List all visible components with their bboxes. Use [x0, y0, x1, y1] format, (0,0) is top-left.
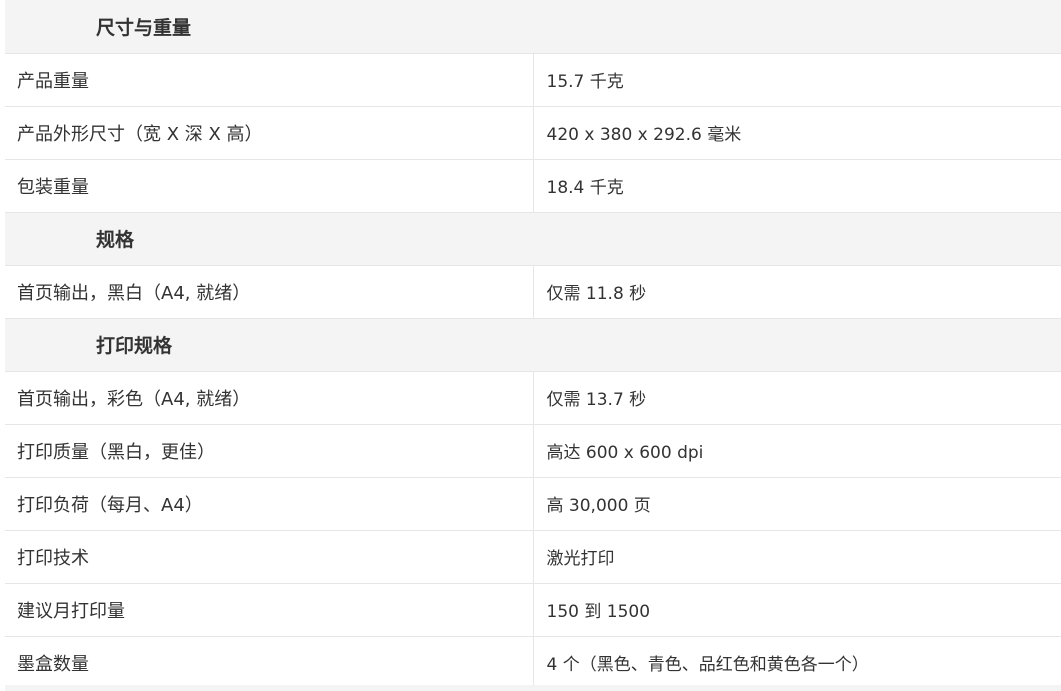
spec-label: 首页输出，黑白（A4, 就绪） [5, 265, 534, 319]
next-section-header-edge [5, 685, 1061, 691]
spec-label: 打印技术 [5, 530, 534, 584]
spec-value: 高 30,000 页 [533, 477, 1061, 531]
table-row: 打印负荷（每月、A4） 高 30,000 页 [5, 477, 1061, 531]
spec-value: 仅需 13.7 秒 [533, 371, 1061, 425]
spec-label: 打印负荷（每月、A4） [5, 477, 534, 531]
section-title: 打印规格 [5, 318, 1061, 372]
spec-label: 包装重量 [5, 159, 534, 213]
table-row: 建议月打印量 150 到 1500 [5, 583, 1061, 637]
spec-value: 18.4 千克 [533, 159, 1061, 213]
section-title: 规格 [5, 212, 1061, 266]
table-row: 首页输出，黑白（A4, 就绪） 仅需 11.8 秒 [5, 265, 1061, 319]
spec-label: 产品重量 [5, 53, 534, 107]
spec-label: 首页输出，彩色（A4, 就绪） [5, 371, 534, 425]
table-row: 产品重量 15.7 千克 [5, 53, 1061, 107]
spec-label: 打印质量（黑白，更佳） [5, 424, 534, 478]
section-header: 尺寸与重量 [5, 0, 1061, 54]
section-header: 规格 [5, 212, 1061, 266]
table-row: 打印技术 激光打印 [5, 530, 1061, 584]
section-header: 打印规格 [5, 318, 1061, 372]
table-row: 墨盒数量 4 个（黑色、青色、品红色和黄色各一个） [5, 636, 1061, 690]
spec-value: 15.7 千克 [533, 53, 1061, 107]
spec-value: 4 个（黑色、青色、品红色和黄色各一个） [533, 636, 1061, 690]
spec-value: 150 到 1500 [533, 583, 1061, 637]
spec-label: 建议月打印量 [5, 583, 534, 637]
table-row: 首页输出，彩色（A4, 就绪） 仅需 13.7 秒 [5, 371, 1061, 425]
section-title: 尺寸与重量 [5, 0, 1061, 54]
table-row: 包装重量 18.4 千克 [5, 159, 1061, 213]
spec-value: 420 x 380 x 292.6 毫米 [533, 106, 1061, 160]
spec-value: 仅需 11.8 秒 [533, 265, 1061, 319]
spec-label: 产品外形尺寸（宽 X 深 X 高） [5, 106, 534, 160]
spec-table: 尺寸与重量 产品重量 15.7 千克 产品外形尺寸（宽 X 深 X 高） 420… [5, 0, 1061, 690]
table-row: 产品外形尺寸（宽 X 深 X 高） 420 x 380 x 292.6 毫米 [5, 106, 1061, 160]
spec-label: 墨盒数量 [5, 636, 534, 690]
table-row: 打印质量（黑白，更佳） 高达 600 x 600 dpi [5, 424, 1061, 478]
spec-value: 激光打印 [533, 530, 1061, 584]
spec-value: 高达 600 x 600 dpi [533, 424, 1061, 478]
